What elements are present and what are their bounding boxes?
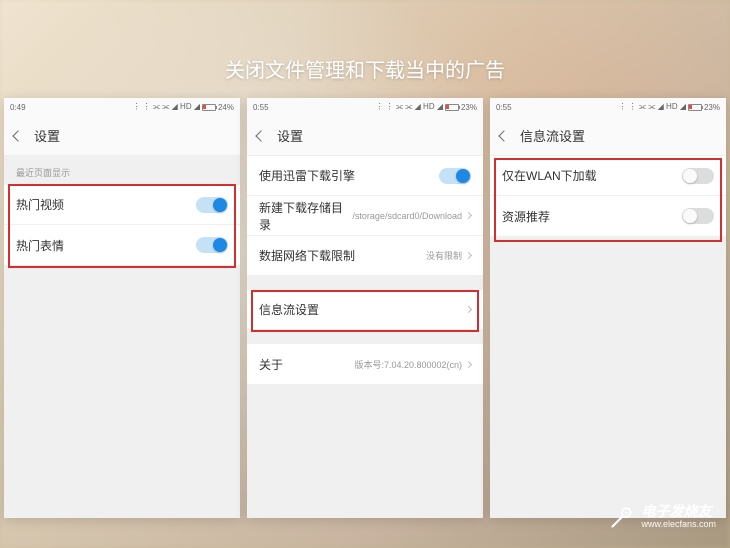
battery-icon <box>688 104 702 111</box>
setting-label: 新建下载存储目录 <box>259 199 352 233</box>
setting-value: /storage/sdcard0/Download <box>352 211 471 221</box>
battery-icon <box>445 104 459 111</box>
watermark-url: www.elecfans.com <box>641 520 716 530</box>
toggle-switch[interactable] <box>682 208 714 224</box>
battery-indicator: 24% <box>202 103 234 112</box>
setting-row-hot-video[interactable]: 热门视频 <box>4 185 240 225</box>
back-icon[interactable] <box>498 130 509 141</box>
chevron-right-icon <box>465 252 472 259</box>
setting-label: 资源推荐 <box>502 208 550 225</box>
setting-row-hot-emoji[interactable]: 热门表情 <box>4 225 240 265</box>
status-icons: ⋮ ⋮ ⫘ ⫘ ◢ HD ◢ <box>132 102 200 112</box>
setting-row-feed-settings[interactable]: 信息流设置 <box>247 290 483 330</box>
setting-row-data-limit[interactable]: 数据网络下载限制 没有限制 <box>247 236 483 276</box>
setting-label: 关于 <box>259 356 283 373</box>
setting-value: 没有限制 <box>426 249 471 262</box>
toggle-switch[interactable] <box>196 197 228 213</box>
header-title: 信息流设置 <box>520 126 585 145</box>
back-icon[interactable] <box>255 130 266 141</box>
setting-label: 仅在WLAN下加载 <box>502 167 597 184</box>
battery-icon <box>202 104 216 111</box>
settings-content: 仅在WLAN下加载 资源推荐 <box>490 156 726 518</box>
status-time: 0:55 <box>253 103 269 112</box>
status-bar: 0:49 ⋮ ⋮ ⫘ ⫘ ◢ HD ◢ 24% <box>4 98 240 116</box>
status-icons: ⋮ ⋮ ⫘ ⫘ ◢ HD ◢ <box>375 102 443 112</box>
status-bar: 0:55 ⋮ ⋮ ⫘ ⫘ ◢ HD ◢ 23% <box>247 98 483 116</box>
setting-label: 信息流设置 <box>259 301 319 318</box>
watermark: 电子发烧友 www.elecfans.com <box>609 504 716 530</box>
status-time: 0:55 <box>496 103 512 112</box>
setting-value <box>466 307 471 312</box>
phone-screenshot-1: 0:49 ⋮ ⋮ ⫘ ⫘ ◢ HD ◢ 24% 设置 最近页面显示 热门视频 热… <box>4 98 240 518</box>
battery-label: 23% <box>461 103 477 112</box>
watermark-logo-icon <box>609 504 635 530</box>
battery-label: 23% <box>704 103 720 112</box>
setting-row-xunlei[interactable]: 使用迅雷下载引擎 <box>247 156 483 196</box>
section-label: 最近页面显示 <box>4 156 240 185</box>
chevron-right-icon <box>465 212 472 219</box>
phone-screenshot-3: 0:55 ⋮ ⋮ ⫘ ⫘ ◢ HD ◢ 23% 信息流设置 仅在WLAN下加载 … <box>490 98 726 518</box>
battery-indicator: 23% <box>688 103 720 112</box>
setting-row-recommend[interactable]: 资源推荐 <box>490 196 726 236</box>
setting-label: 热门表情 <box>16 237 64 254</box>
battery-indicator: 23% <box>445 103 477 112</box>
setting-label: 热门视频 <box>16 196 64 213</box>
screen-header: 信息流设置 <box>490 116 726 156</box>
setting-label: 数据网络下载限制 <box>259 247 355 264</box>
screen-header: 设置 <box>247 116 483 156</box>
settings-content: 最近页面显示 热门视频 热门表情 <box>4 156 240 518</box>
setting-row-download-dir[interactable]: 新建下载存储目录 /storage/sdcard0/Download <box>247 196 483 236</box>
header-title: 设置 <box>34 126 60 145</box>
phone-row: 0:49 ⋮ ⋮ ⫘ ⫘ ◢ HD ◢ 24% 设置 最近页面显示 热门视频 热… <box>4 98 726 518</box>
setting-value: 版本号:7.04.20.800002(cn) <box>354 358 471 371</box>
battery-label: 24% <box>218 103 234 112</box>
status-bar: 0:55 ⋮ ⋮ ⫘ ⫘ ◢ HD ◢ 23% <box>490 98 726 116</box>
settings-content: 使用迅雷下载引擎 新建下载存储目录 /storage/sdcard0/Downl… <box>247 156 483 518</box>
header-title: 设置 <box>277 126 303 145</box>
setting-row-about[interactable]: 关于 版本号:7.04.20.800002(cn) <box>247 344 483 384</box>
back-icon[interactable] <box>12 130 23 141</box>
toggle-switch[interactable] <box>682 168 714 184</box>
setting-label: 使用迅雷下载引擎 <box>259 167 355 184</box>
status-icons: ⋮ ⋮ ⫘ ⫘ ◢ HD ◢ <box>618 102 686 112</box>
toggle-switch[interactable] <box>196 237 228 253</box>
screen-header: 设置 <box>4 116 240 156</box>
chevron-right-icon <box>465 306 472 313</box>
page-title: 关闭文件管理和下载当中的广告 <box>225 54 505 83</box>
phone-screenshot-2: 0:55 ⋮ ⋮ ⫘ ⫘ ◢ HD ◢ 23% 设置 使用迅雷下载引擎 新建下载… <box>247 98 483 518</box>
watermark-text: 电子发烧友 <box>641 504 716 519</box>
status-time: 0:49 <box>10 103 26 112</box>
setting-row-wlan-only[interactable]: 仅在WLAN下加载 <box>490 156 726 196</box>
chevron-right-icon <box>465 360 472 367</box>
toggle-switch[interactable] <box>439 168 471 184</box>
